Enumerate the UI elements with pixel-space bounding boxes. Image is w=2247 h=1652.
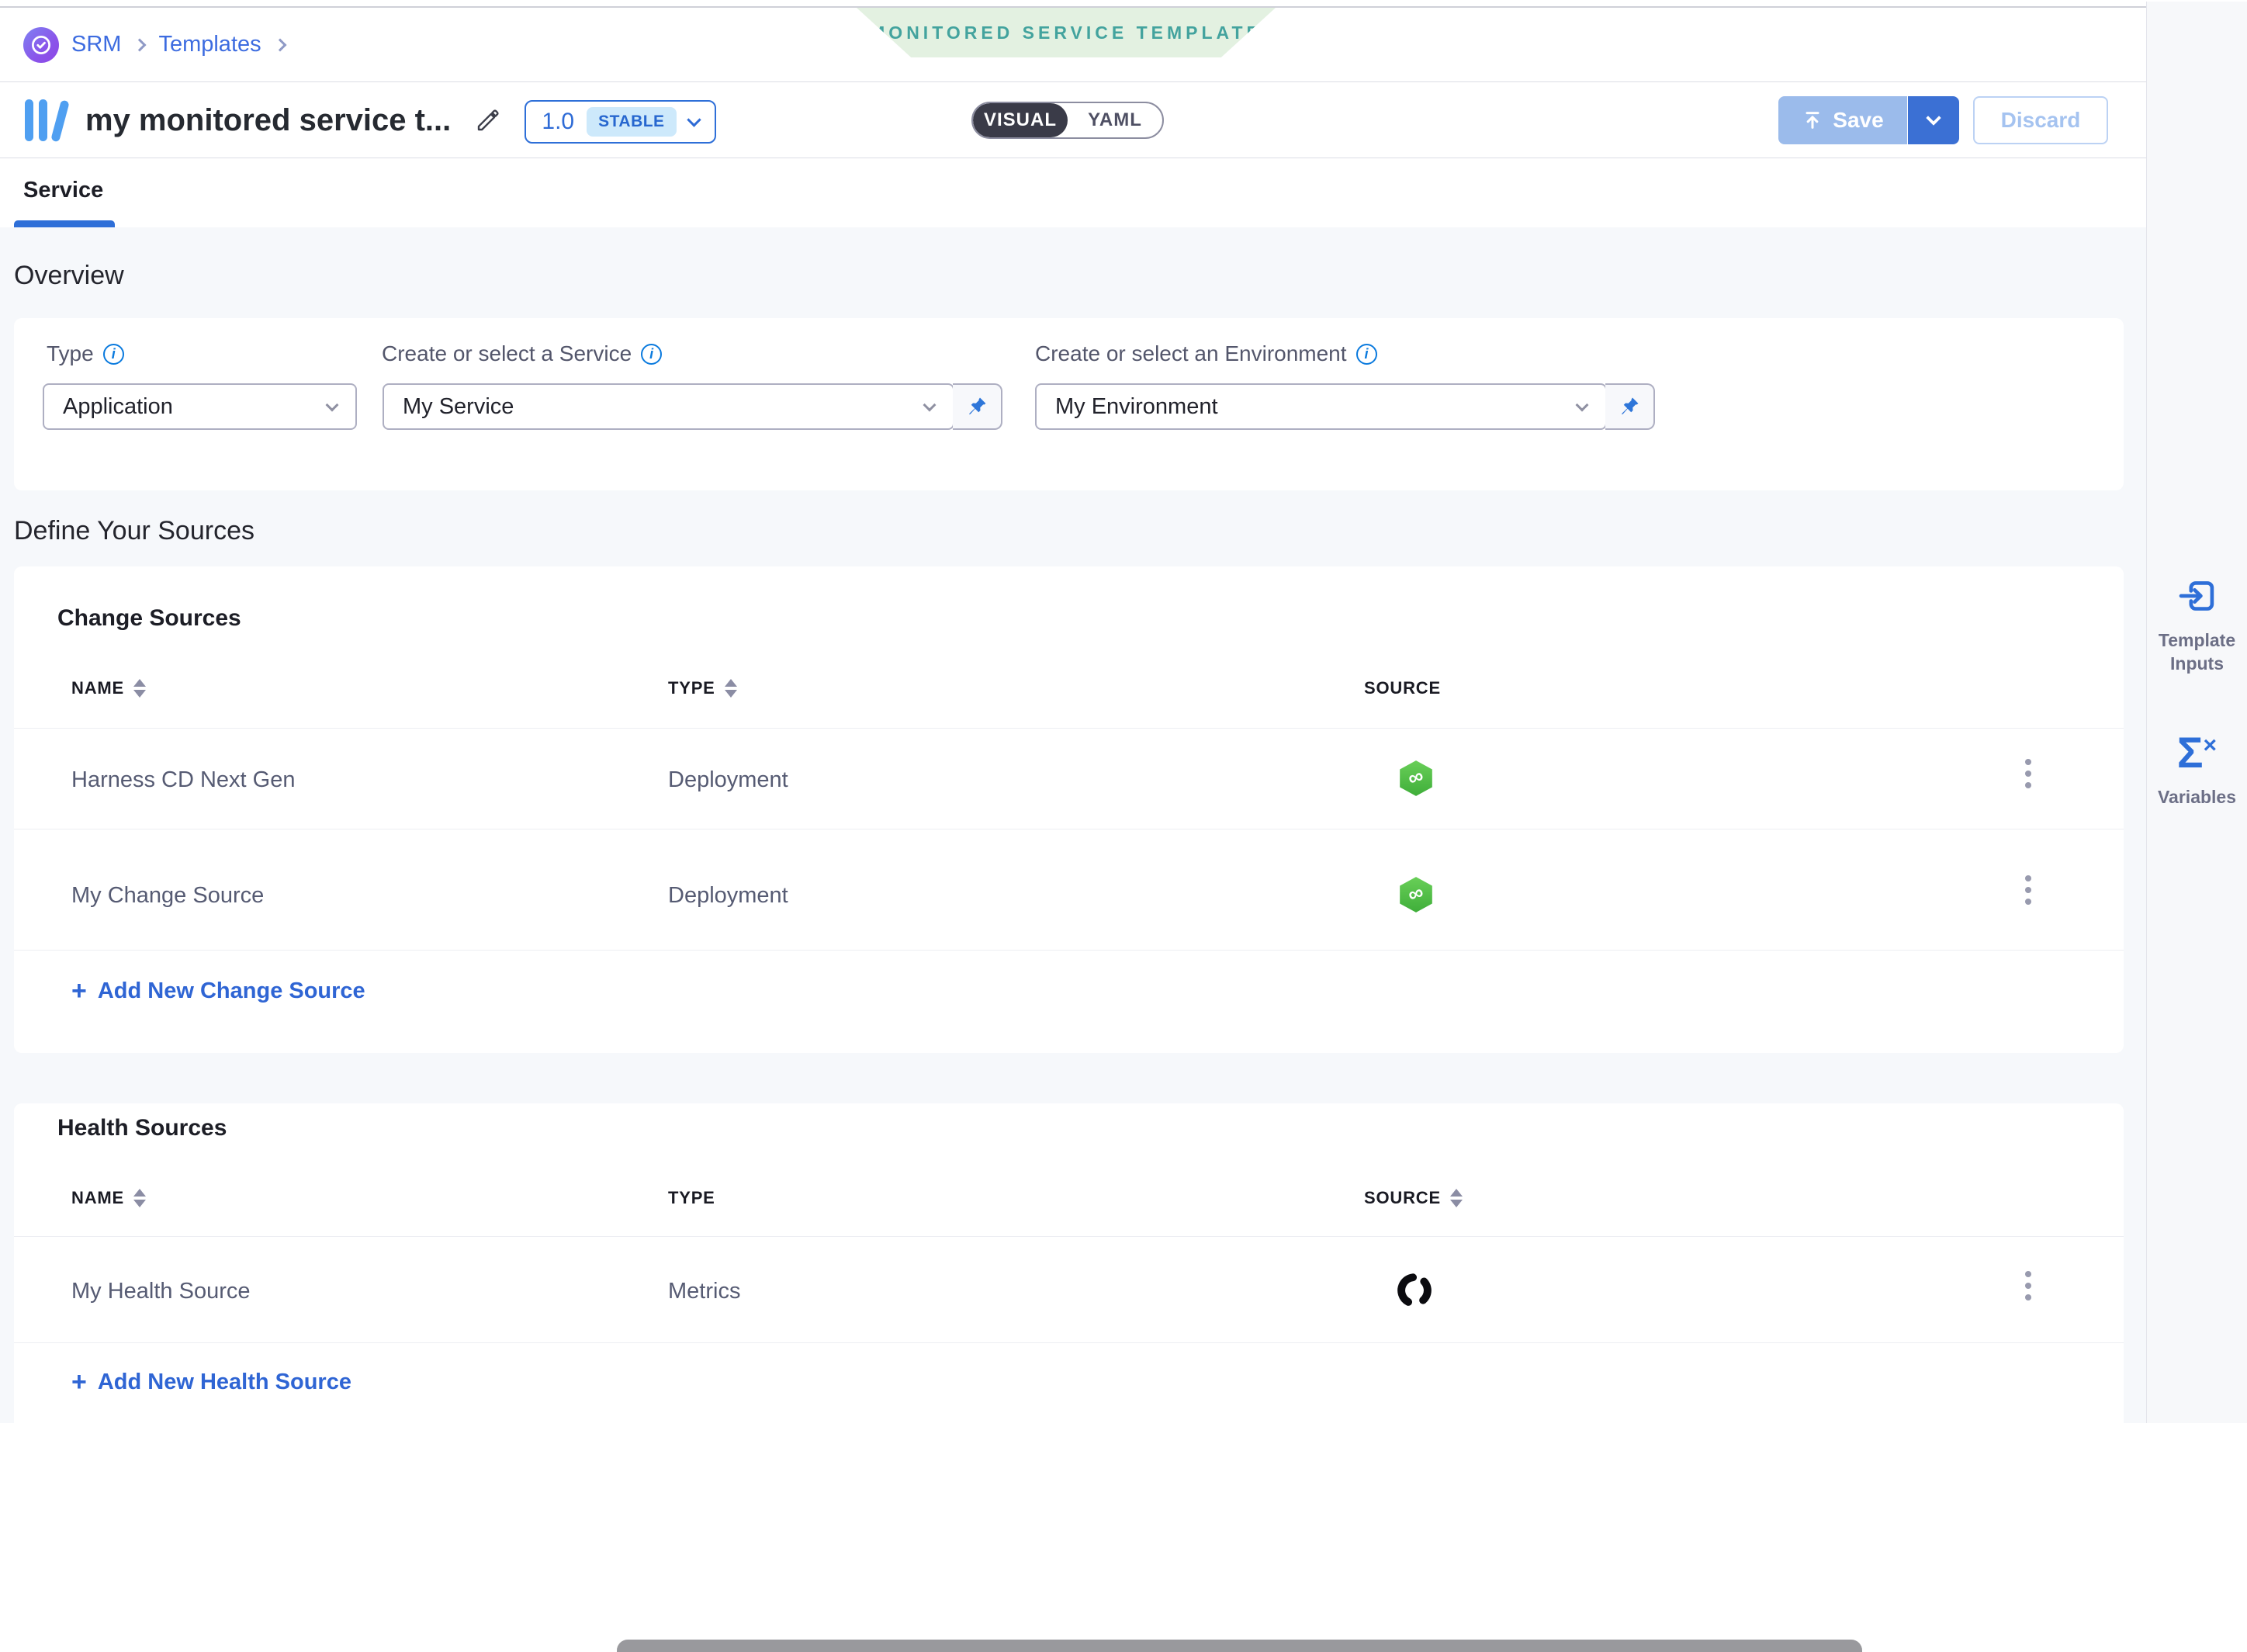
badge-label: MONITORED SERVICE TEMPLATE — [870, 23, 1262, 43]
tab-bar: Service — [0, 159, 2146, 227]
plus-icon: + — [71, 976, 87, 1006]
type-label: Type i — [47, 341, 124, 366]
divider — [14, 950, 2124, 951]
breadcrumb-templates[interactable]: Templates — [158, 32, 261, 57]
harness-cd-icon: ∞ — [1397, 759, 1435, 798]
chevron-right-icon — [133, 38, 147, 51]
column-header-name: NAME — [71, 1188, 146, 1208]
chevron-down-icon — [923, 399, 937, 412]
save-label: Save — [1833, 108, 1883, 133]
tab-service[interactable]: Service — [23, 178, 103, 203]
chevron-down-icon — [687, 113, 701, 126]
row-menu-button[interactable] — [2020, 754, 2036, 793]
change-source-type: Deployment — [668, 883, 788, 909]
appdynamics-icon — [1394, 1269, 1435, 1311]
right-toolbar: Template Inputs Σ × Variables — [2146, 2, 2247, 1423]
pin-service-button[interactable] — [953, 383, 1002, 430]
environment-label: Create or select an Environment i — [1035, 341, 1377, 366]
service-label: Create or select a Service i — [382, 341, 662, 366]
main-content: Overview Type i Application Create or se… — [0, 227, 2146, 1423]
row-menu-button[interactable] — [2020, 871, 2036, 909]
add-health-source-button[interactable]: + Add New Health Source — [71, 1367, 351, 1397]
divider — [14, 728, 2124, 729]
divider — [14, 1342, 2124, 1343]
template-library-icon — [23, 97, 68, 144]
health-source-name: My Health Source — [71, 1279, 251, 1304]
breadcrumb-srm[interactable]: SRM — [71, 32, 121, 57]
version-selector[interactable]: 1.0 STABLE — [525, 100, 716, 144]
health-sources-heading: Health Sources — [57, 1115, 227, 1141]
service-select[interactable]: My Service — [383, 383, 954, 430]
toggle-visual[interactable]: VISUAL — [973, 103, 1068, 137]
save-options-button[interactable] — [1908, 96, 1959, 144]
variables-button[interactable]: Σ × Variables — [2147, 731, 2247, 809]
type-select[interactable]: Application — [43, 383, 357, 430]
pushpin-icon — [1618, 395, 1641, 418]
page-title: my monitored service t... — [85, 103, 451, 138]
pin-environment-button[interactable] — [1605, 383, 1655, 430]
health-sources-card: Health Sources NAME TYPE SOURCE My Healt… — [14, 1103, 2124, 1423]
info-icon[interactable]: i — [641, 344, 662, 365]
column-header-type: TYPE — [668, 678, 737, 698]
plus-icon: + — [71, 1367, 87, 1397]
overview-heading: Overview — [14, 261, 124, 291]
health-source-type: Metrics — [668, 1279, 740, 1304]
template-type-badge: MONITORED SERVICE TEMPLATE — [857, 8, 1276, 57]
column-header-source: SOURCE — [1364, 678, 1441, 698]
change-source-name: Harness CD Next Gen — [71, 767, 296, 793]
srm-logo-icon[interactable] — [23, 27, 59, 63]
sort-icon[interactable] — [1450, 1189, 1463, 1207]
change-sources-heading: Change Sources — [57, 605, 241, 632]
info-icon[interactable]: i — [1356, 344, 1377, 365]
change-sources-card: Change Sources NAME TYPE SOURCE Harness … — [14, 566, 2124, 1053]
active-tab-indicator — [14, 220, 115, 227]
template-inputs-label: Template — [2159, 629, 2235, 652]
save-button[interactable]: Save — [1778, 96, 1907, 144]
template-inputs-icon — [2176, 574, 2219, 618]
discard-label: Discard — [2001, 108, 2081, 133]
chevron-down-icon — [1576, 399, 1589, 412]
pushpin-icon — [965, 395, 988, 418]
chevron-down-icon — [326, 399, 339, 412]
bottom-shadow — [617, 1640, 1862, 1652]
column-header-type: TYPE — [668, 1188, 715, 1208]
sort-icon[interactable] — [725, 679, 737, 698]
variables-label: Variables — [2158, 785, 2236, 809]
sigma-x-icon: Σ × — [2177, 731, 2217, 774]
chevron-right-icon — [273, 38, 286, 51]
divider — [14, 1236, 2124, 1237]
gauge-check-icon — [29, 33, 53, 57]
version-number: 1.0 — [542, 109, 574, 135]
overview-card: Type i Application Create or select a Se… — [14, 318, 2124, 490]
define-sources-heading: Define Your Sources — [14, 516, 254, 546]
toggle-yaml[interactable]: YAML — [1068, 103, 1162, 137]
change-source-name: My Change Source — [71, 883, 264, 909]
add-change-source-button[interactable]: + Add New Change Source — [71, 976, 365, 1006]
row-menu-button[interactable] — [2020, 1266, 2036, 1305]
template-inputs-button[interactable]: Template Inputs — [2147, 574, 2247, 675]
environment-select[interactable]: My Environment — [1035, 383, 1607, 430]
discard-button[interactable]: Discard — [1973, 96, 2108, 144]
column-header-name: NAME — [71, 678, 146, 698]
upload-icon — [1802, 109, 1823, 131]
sort-icon[interactable] — [133, 1189, 146, 1207]
visual-yaml-toggle: VISUAL YAML — [971, 102, 1164, 139]
column-header-source: SOURCE — [1364, 1188, 1463, 1208]
chevron-down-icon — [1926, 110, 1941, 126]
change-source-type: Deployment — [668, 767, 788, 793]
info-icon[interactable]: i — [103, 344, 124, 365]
version-stable-badge: STABLE — [587, 107, 676, 137]
edit-pencil-icon[interactable] — [474, 106, 502, 134]
sort-icon[interactable] — [133, 679, 146, 698]
harness-cd-icon: ∞ — [1397, 875, 1435, 914]
